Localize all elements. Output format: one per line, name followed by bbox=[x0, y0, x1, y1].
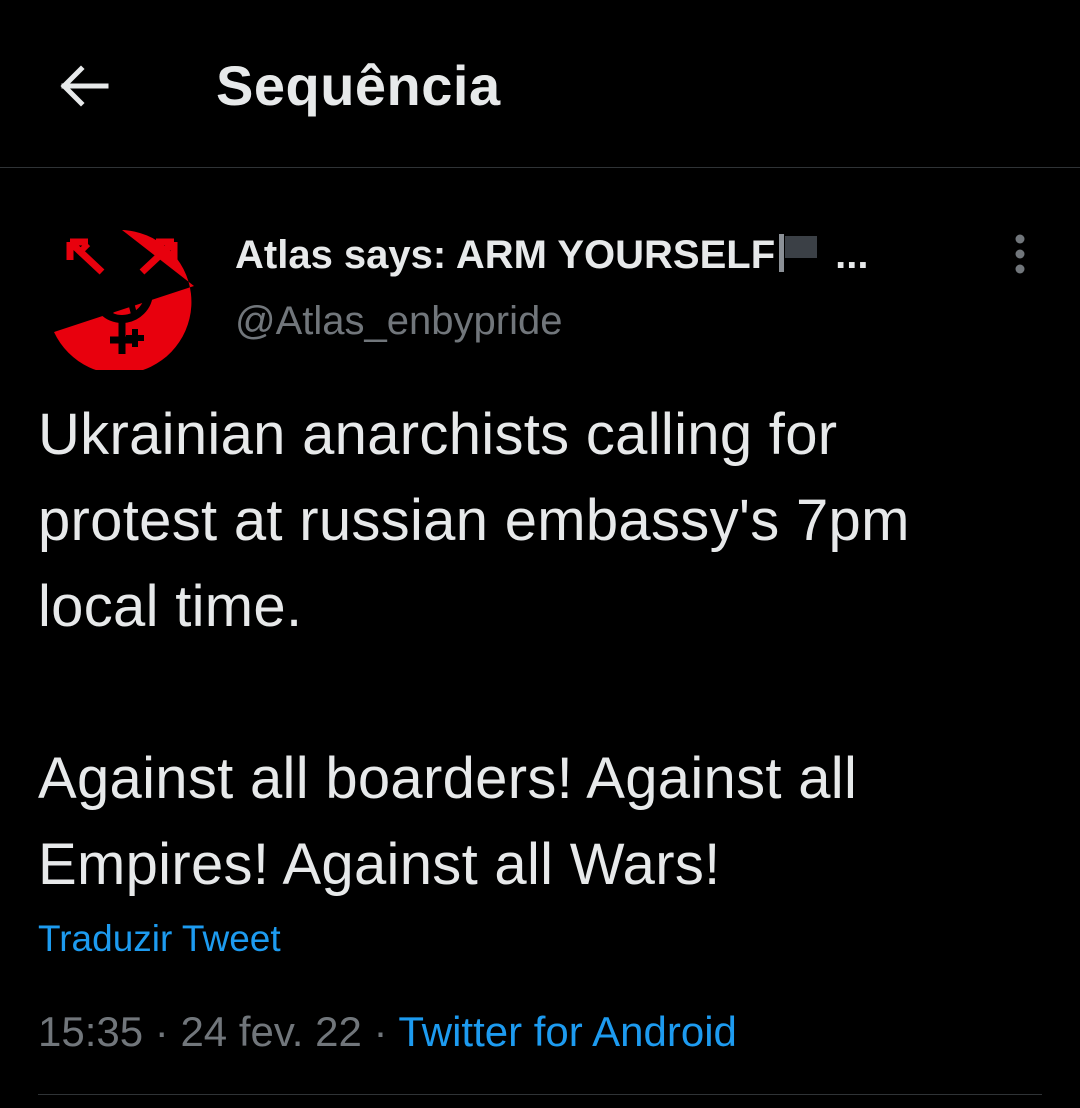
tweet-text-line: Ukrainian anarchists calling for bbox=[38, 402, 838, 467]
more-options-button[interactable] bbox=[1004, 234, 1036, 274]
meta-separator: · bbox=[154, 1008, 169, 1055]
black-flag-emoji-icon bbox=[777, 232, 825, 283]
page-title: Sequência bbox=[216, 54, 501, 117]
arrow-left-icon bbox=[60, 65, 109, 107]
avatar[interactable] bbox=[44, 226, 200, 374]
tweet-text-line: protest at russian embassy's 7pm bbox=[38, 488, 910, 553]
tweet-body: Ukrainian anarchists calling for protest… bbox=[38, 392, 1048, 908]
tweet-text-line: Empires! Against all Wars! bbox=[38, 832, 721, 897]
tweet-metadata: 15:35 · 24 fev. 22 · Twitter for Android bbox=[38, 1006, 737, 1058]
meta-separator: · bbox=[373, 1008, 388, 1055]
name-truncation: ... bbox=[835, 233, 869, 277]
tweet-time: 15:35 bbox=[38, 1008, 144, 1055]
divider bbox=[38, 1094, 1042, 1095]
tweet-text-line: Against all boarders! Against all bbox=[38, 746, 858, 811]
anarcho-queer-symbol-avatar-icon bbox=[46, 230, 194, 374]
author-display-name[interactable]: Atlas says: ARM YOURSELF... bbox=[235, 231, 868, 283]
top-bar: Sequência bbox=[0, 0, 1080, 168]
tweet-text-line: local time. bbox=[38, 574, 303, 639]
translate-tweet-link[interactable]: Traduzir Tweet bbox=[38, 917, 281, 961]
back-button[interactable] bbox=[52, 55, 116, 119]
tweet-source-link[interactable]: Twitter for Android bbox=[398, 1008, 736, 1055]
author-name-text: Atlas says: ARM YOURSELF bbox=[235, 233, 776, 277]
tweet-date: 24 fev. 22 bbox=[180, 1008, 362, 1055]
author-handle[interactable]: @Atlas_enbypride bbox=[235, 297, 562, 345]
vertical-ellipsis-icon bbox=[1015, 234, 1025, 274]
